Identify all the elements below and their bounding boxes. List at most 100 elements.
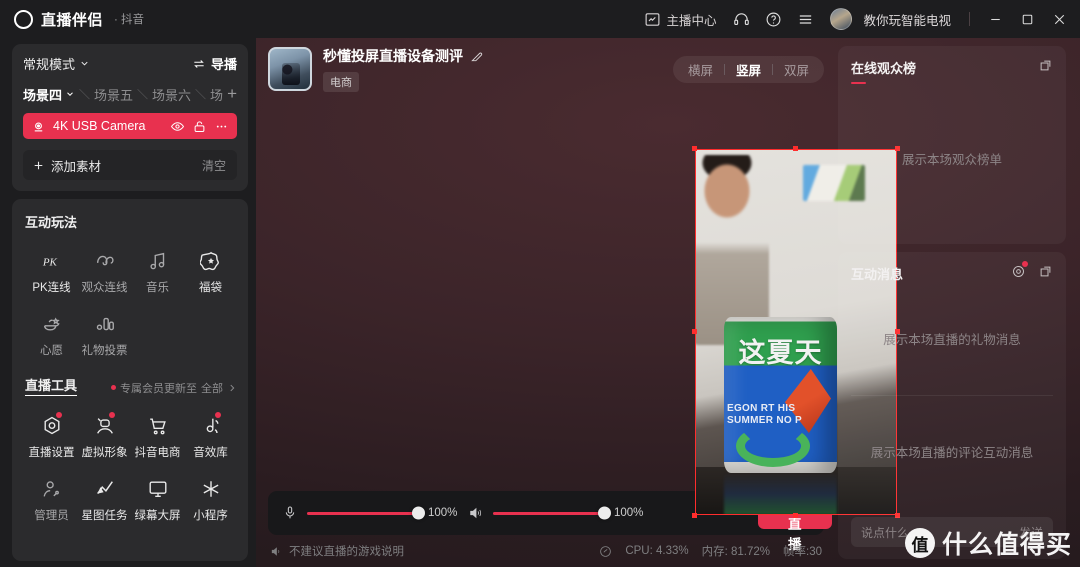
slider-knob[interactable] — [412, 506, 425, 520]
tool-label: 抖音电商 — [134, 447, 181, 459]
source-item-camera[interactable]: 4K USB Camera — [23, 113, 237, 139]
status-hint[interactable]: 不建议直播的游戏说明 — [270, 543, 404, 559]
gift-message-empty: 展示本场直播的礼物消息 — [883, 333, 1021, 348]
tool-admin[interactable]: 管理员 — [25, 469, 78, 532]
main-body: 常规模式 导播 场景四 ＼ 场景五 ＼ 场景六 ＼ 场 + 4K USB Cam… — [0, 38, 1080, 567]
scene-separator: ＼ — [79, 89, 91, 101]
app-title: 直播伴侣 — [41, 11, 104, 29]
shopping-cart-icon — [149, 418, 166, 435]
add-material-row[interactable]: 添加素材 清空 — [23, 150, 237, 180]
interactive-title: 互动玩法 — [25, 215, 78, 230]
interactive-grid: PK PK连线 观众连线 音乐 福袋 心愿 礼物投票 — [25, 241, 237, 367]
speaker-group: 100% — [468, 505, 644, 521]
live-tools-note-link[interactable]: 全部 — [201, 380, 223, 396]
scene-tab-3[interactable]: 场 — [210, 85, 223, 104]
live-tools-note[interactable]: 专属会员更新至 全部 — [111, 380, 237, 396]
eye-icon[interactable] — [170, 119, 185, 134]
live-companion-app: 直播伴侣 · 抖音 主播中心 教你玩智能电视 常规模式 导播 场景四 ＼ 场景五… — [0, 0, 1080, 567]
message-panel-header: 互动消息 — [851, 261, 1053, 283]
status-hint-label: 不建议直播的游戏说明 — [289, 546, 404, 558]
message-panel-title: 互动消息 — [851, 267, 904, 282]
stream-cover-image[interactable] — [268, 47, 312, 91]
help-button[interactable] — [758, 5, 788, 33]
tool-label: 直播设置 — [28, 447, 75, 459]
tool-virtual-avatar[interactable]: 虚拟形象 — [78, 406, 131, 469]
tool-pk-link[interactable]: PK PK连线 — [25, 241, 78, 304]
capsule-logo-icon — [14, 9, 33, 29]
audience-ranking-panel: 在线观众榜 展示本场观众榜单 — [838, 46, 1066, 244]
title-bar: 直播伴侣 · 抖音 主播中心 教你玩智能电视 — [0, 0, 1080, 38]
scene-tab-2[interactable]: 场景六 — [152, 85, 191, 104]
clear-button[interactable]: 清空 — [202, 157, 226, 174]
resize-handle-bl[interactable] — [692, 513, 697, 518]
close-button[interactable] — [1044, 5, 1074, 33]
tool-star-task[interactable]: 星图任务 — [78, 469, 131, 532]
chevron-down-icon — [81, 61, 88, 66]
tool-audience-link[interactable]: 观众连线 — [78, 241, 131, 304]
message-content: 展示本场直播的礼物消息 展示本场直播的评论互动消息 — [851, 283, 1053, 507]
popout-window-icon[interactable] — [1038, 58, 1053, 73]
speaker-icon[interactable] — [468, 505, 484, 521]
frame-rate: 帧率:30 — [783, 546, 822, 558]
microphone-icon[interactable] — [282, 505, 298, 521]
tool-label: 绿幕大屏 — [134, 510, 181, 522]
orientation-landscape[interactable]: 横屏 — [677, 60, 724, 79]
interactive-header: 互动玩法 — [25, 212, 237, 231]
svg-text:PK: PK — [41, 257, 57, 269]
tool-gift-vote[interactable]: 礼物投票 — [78, 304, 131, 367]
maximize-button[interactable] — [1012, 5, 1042, 33]
mode-selector[interactable]: 常规模式 — [23, 54, 90, 73]
popout-window-icon[interactable] — [1038, 264, 1053, 279]
can-english-text: EGON RT HIS SUMMER NO P — [727, 403, 802, 426]
support-button[interactable] — [726, 5, 756, 33]
source-name-label: 4K USB Camera — [53, 119, 146, 133]
live-tools-grid: 直播设置 虚拟形象 抖音电商 音效库 管理员 星图任务 绿幕大屏 小程序 — [25, 406, 237, 532]
speaker-volume-slider[interactable] — [493, 506, 611, 520]
resize-handle-tl[interactable] — [692, 146, 697, 151]
add-scene-button[interactable]: + — [227, 84, 237, 104]
wish-lamp-icon — [43, 317, 60, 331]
tool-lucky-bag[interactable]: 福袋 — [184, 241, 237, 304]
search-circle-icon[interactable] — [599, 545, 612, 558]
scene-tab-1[interactable]: 场景五 — [94, 85, 133, 104]
microphone-volume-slider[interactable] — [307, 506, 425, 520]
star-task-icon — [96, 481, 113, 495]
watermark-text: 什么值得买 — [941, 531, 1072, 559]
resize-handle-tc[interactable] — [793, 146, 798, 151]
status-bar: 不建议直播的游戏说明 CPU: 4.33% 内存: 81.72% 帧率:30 — [256, 535, 838, 567]
anchor-center-button[interactable]: 主播中心 — [636, 5, 724, 33]
audience-panel-title: 在线观众榜 — [851, 61, 917, 76]
can-swirl-graphic — [736, 425, 810, 467]
add-material-button[interactable]: 添加素材 — [32, 156, 101, 175]
slider-knob[interactable] — [598, 506, 611, 520]
message-settings-wrap — [1011, 261, 1028, 279]
brand: 直播伴侣 · 抖音 — [14, 9, 144, 30]
orientation-dual[interactable]: 双屏 — [773, 60, 820, 79]
director-button[interactable]: 导播 — [192, 54, 237, 73]
scene-tab-0[interactable]: 场景四 — [23, 85, 75, 104]
tool-live-settings[interactable]: 直播设置 — [25, 406, 78, 469]
tool-sound-library[interactable]: 音效库 — [184, 406, 237, 469]
minimize-button[interactable] — [980, 5, 1010, 33]
comment-message-empty: 展示本场直播的评论互动消息 — [870, 445, 1034, 460]
resize-handle-bc[interactable] — [793, 513, 798, 518]
tool-douyin-ecommerce[interactable]: 抖音电商 — [131, 406, 184, 469]
maximize-icon — [1022, 14, 1032, 24]
audience-panel-title-group: 在线观众榜 — [851, 58, 916, 84]
scene-panel: 常规模式 导播 场景四 ＼ 场景五 ＼ 场景六 ＼ 场 + 4K USB Cam… — [12, 44, 248, 191]
tool-green-screen[interactable]: 绿幕大屏 — [131, 469, 184, 532]
edit-pencil-icon[interactable] — [470, 49, 484, 63]
orientation-portrait[interactable]: 竖屏 — [725, 60, 772, 79]
user-profile-button[interactable]: 教你玩智能电视 — [822, 5, 959, 33]
resize-handle-ml[interactable] — [692, 329, 697, 334]
more-dots-icon[interactable] — [214, 119, 229, 134]
add-material-label: 添加素材 — [51, 159, 102, 174]
tool-label: 观众连线 — [81, 282, 128, 294]
tool-label: 小程序 — [193, 510, 228, 522]
unlock-icon[interactable] — [192, 119, 207, 134]
tool-music[interactable]: 音乐 — [131, 241, 184, 304]
tool-mini-program[interactable]: 小程序 — [184, 469, 237, 532]
menu-button[interactable] — [790, 5, 820, 33]
tool-wish[interactable]: 心愿 — [25, 304, 78, 367]
live-tools-title: 直播工具 — [25, 375, 78, 396]
